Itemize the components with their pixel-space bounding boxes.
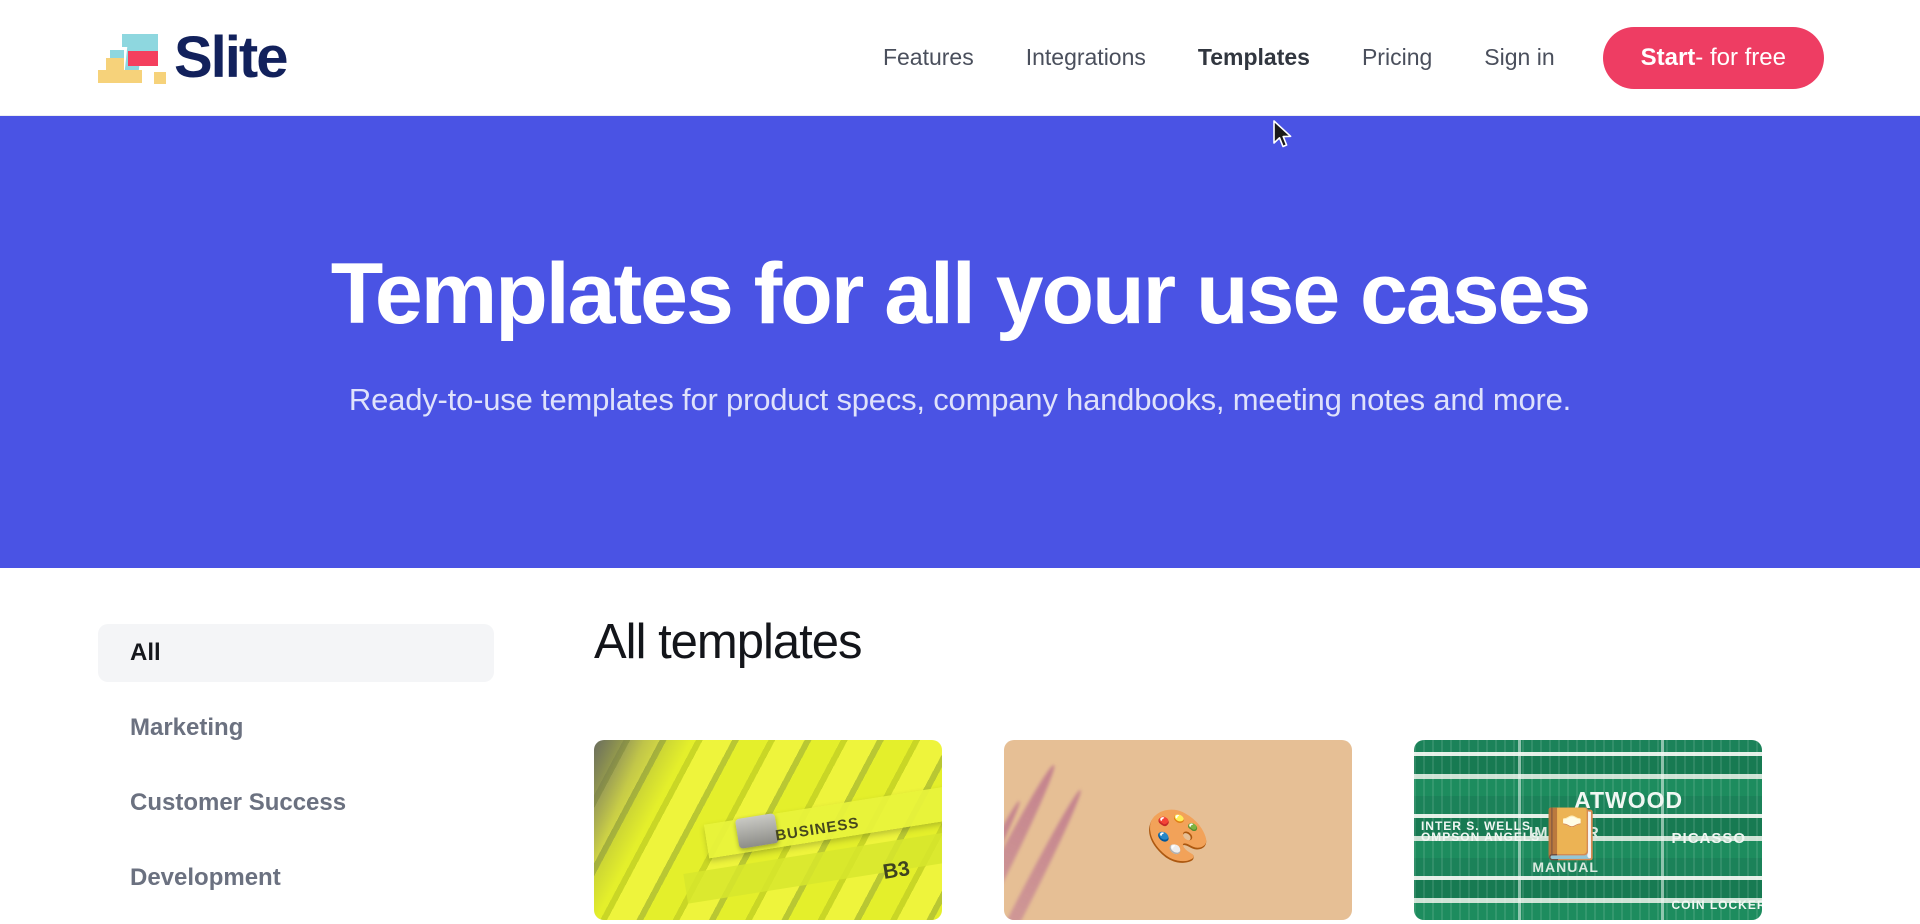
template-thumbnail-palette: 🎨 [1004, 740, 1352, 920]
template-card[interactable]: INTER S. WELLS OMPSON ANGELS ATWOOD IMIL… [1414, 740, 1762, 920]
template-card-grid: BUSINESS B3 🎨 INTER S. WELLS OMPSON ANGE… [594, 740, 1824, 920]
sidebar-item-all[interactable]: All [98, 624, 494, 682]
start-for-free-button[interactable]: Start - for free [1602, 26, 1824, 89]
main-navigation: Features Integrations Templates Pricing … [0, 26, 1920, 89]
nav-link-integrations[interactable]: Integrations [1000, 46, 1172, 69]
site-header: Slite Features Integrations Templates Pr… [0, 0, 1920, 116]
cta-strong-label: Start [1640, 43, 1696, 71]
nav-link-sign-in[interactable]: Sign in [1458, 46, 1580, 69]
template-thumbnail-books: INTER S. WELLS OMPSON ANGELS ATWOOD IMIL… [1414, 740, 1762, 920]
main-content: All Marketing Customer Success Developme… [0, 568, 1920, 920]
hero-subtitle: Ready-to-use templates for product specs… [348, 382, 1572, 418]
template-thumbnail-newspapers: BUSINESS B3 [594, 740, 942, 920]
thumb-word-right1: PICASSO [1671, 830, 1747, 847]
sidebar-item-marketing[interactable]: Marketing [98, 699, 494, 757]
hero-banner: Templates for all your use cases Ready-t… [0, 116, 1920, 568]
thumb-word-right2: COIN LOCKER BABIES [1671, 898, 1762, 913]
nav-link-templates[interactable]: Templates [1172, 46, 1336, 69]
nav-link-pricing[interactable]: Pricing [1336, 46, 1458, 69]
sidebar-item-development[interactable]: Development [98, 849, 494, 907]
templates-panel: All templates BUSINESS B3 🎨 INTER S. WEL… [594, 618, 1824, 920]
template-card[interactable]: 🎨 [1004, 740, 1352, 920]
category-sidebar: All Marketing Customer Success Developme… [98, 624, 494, 924]
cta-rest-label: - for free [1695, 43, 1786, 71]
thumb-word-code: B3 [881, 856, 912, 884]
palette-emoji-icon: 🎨 [1145, 808, 1211, 867]
sidebar-item-customer-success[interactable]: Customer Success [98, 774, 494, 832]
notebook-emoji-icon: 📔 [1539, 805, 1602, 862]
template-card[interactable]: BUSINESS B3 [594, 740, 942, 920]
page-title: Templates for all your use cases [330, 245, 1591, 342]
thumb-word-left2: OMPSON ANGELS [1420, 830, 1541, 844]
section-title: All templates [594, 615, 863, 669]
nav-link-features[interactable]: Features [857, 46, 1000, 69]
